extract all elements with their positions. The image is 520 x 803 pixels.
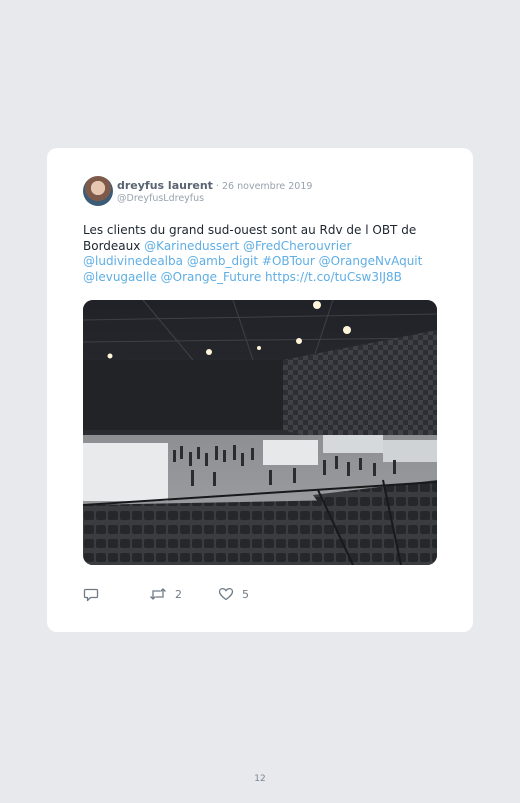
tweet-actions: 2 5 xyxy=(83,586,249,602)
mention-link[interactable]: @ludivinedealba xyxy=(83,254,183,268)
event-hall-photo xyxy=(83,300,437,565)
author-info: dreyfus laurent · 26 novembre 2019 @Drey… xyxy=(117,178,312,205)
tweet-header: dreyfus laurent · 26 novembre 2019 @Drey… xyxy=(83,176,312,206)
author-handle[interactable]: @DreyfusLdreyfus xyxy=(117,193,312,205)
mention-link[interactable]: @OrangeNvAquit xyxy=(319,254,423,268)
reply-button[interactable] xyxy=(83,586,99,602)
mention-link[interactable]: @amb_digit xyxy=(187,254,258,268)
mention-link[interactable]: @FredCherouvrier xyxy=(243,239,351,253)
mention-link[interactable]: @levugaelle xyxy=(83,270,157,284)
url-link[interactable]: https://t.co/tuCsw3IJ8B xyxy=(265,270,402,284)
tweet-card: dreyfus laurent · 26 novembre 2019 @Drey… xyxy=(47,148,473,632)
retweet-button[interactable]: 2 xyxy=(149,586,182,602)
tweet-date[interactable]: 26 novembre 2019 xyxy=(222,181,312,192)
retweet-icon xyxy=(150,588,166,600)
separator: · xyxy=(212,180,222,192)
like-count: 5 xyxy=(242,587,249,601)
page-number: 12 xyxy=(254,774,266,784)
page: dreyfus laurent · 26 novembre 2019 @Drey… xyxy=(0,0,520,803)
tweet-text: Les clients du grand sud-ouest sont au R… xyxy=(83,223,437,285)
heart-icon xyxy=(218,587,234,601)
retweet-count: 2 xyxy=(175,587,182,601)
author-name[interactable]: dreyfus laurent xyxy=(117,179,213,192)
avatar[interactable] xyxy=(83,176,113,206)
reply-icon xyxy=(83,588,99,602)
tweet-photo[interactable] xyxy=(83,300,437,565)
hashtag-link[interactable]: #OBTour xyxy=(262,254,315,268)
mention-link[interactable]: @Karinedussert xyxy=(144,239,239,253)
like-button[interactable]: 5 xyxy=(218,586,249,602)
mention-link[interactable]: @Orange_Future xyxy=(161,270,262,284)
